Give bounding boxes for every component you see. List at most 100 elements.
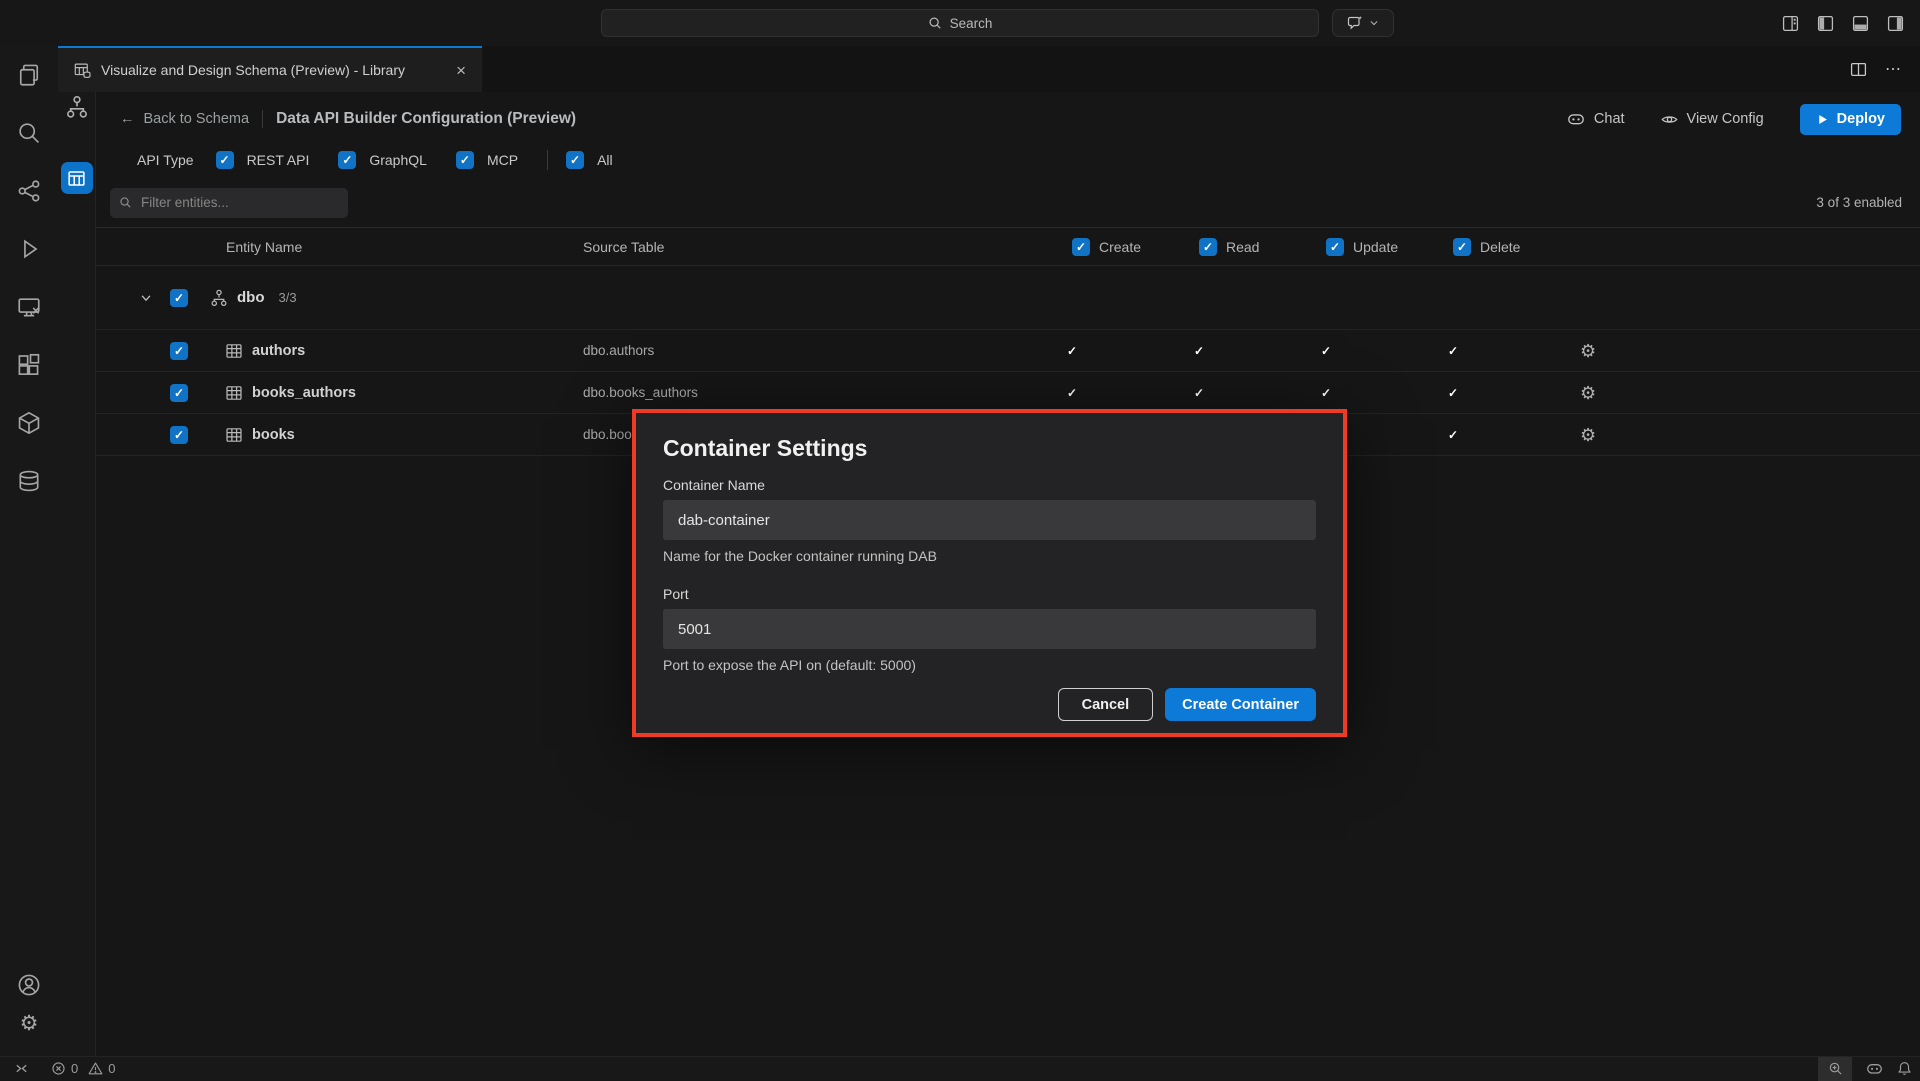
remote-indicator-icon[interactable]	[14, 1061, 29, 1076]
page-header: ← Back to Schema Data API Builder Config…	[96, 92, 1920, 146]
schema-hierarchy-icon	[210, 289, 228, 307]
activity-bar: ⚙	[0, 46, 58, 1056]
run-debug-icon[interactable]	[17, 237, 41, 261]
container-name-label: Container Name	[663, 477, 1316, 493]
view-config-label: View Config	[1687, 111, 1764, 127]
port-label: Port	[663, 586, 1316, 602]
extensions-icon[interactable]	[17, 353, 41, 377]
rest-api-checkbox[interactable]	[216, 151, 234, 169]
dbo-group-checkbox[interactable]	[170, 289, 188, 307]
page-title: Data API Builder Configuration (Preview)	[276, 110, 576, 128]
group-count: 3/3	[279, 290, 297, 305]
cancel-button[interactable]: Cancel	[1058, 688, 1154, 721]
rest-api-option[interactable]: REST API	[216, 151, 310, 169]
tab-visualize-design-schema[interactable]: Visualize and Design Schema (Preview) - …	[58, 46, 482, 92]
entity-row-authors[interactable]: authors dbo.authors ⚙	[96, 330, 1920, 372]
share-graph-icon[interactable]	[17, 179, 41, 203]
chevron-down-icon[interactable]	[139, 291, 170, 305]
problems-indicator[interactable]: 0 0	[51, 1061, 115, 1076]
customize-layout-icon[interactable]	[1782, 15, 1799, 32]
warning-icon	[88, 1061, 103, 1076]
tab-title: Visualize and Design Schema (Preview) - …	[101, 62, 405, 78]
back-arrow-icon: ←	[120, 111, 135, 127]
entity-row-books-authors[interactable]: books_authors dbo.books_authors ⚙	[96, 372, 1920, 414]
view-config-button[interactable]: View Config	[1661, 111, 1764, 128]
schema-group-row[interactable]: dbo 3/3	[96, 266, 1920, 330]
books-authors-settings-gear-icon[interactable]: ⚙	[1580, 384, 1920, 402]
search-label: Search	[950, 16, 993, 31]
rest-api-label: REST API	[247, 152, 310, 168]
graphql-checkbox[interactable]	[338, 151, 356, 169]
zoom-indicator-icon[interactable]	[1818, 1057, 1852, 1081]
chevron-down-icon	[1369, 18, 1379, 28]
command-search-box[interactable]: Search	[601, 9, 1319, 37]
toggle-sidebar-icon[interactable]	[1817, 15, 1834, 32]
read-all-checkbox[interactable]	[1199, 238, 1217, 256]
mcp-option[interactable]: MCP	[456, 151, 518, 169]
all-checkbox[interactable]	[566, 151, 584, 169]
table-grid-icon	[225, 342, 243, 360]
graphql-option[interactable]: GraphQL	[338, 151, 427, 169]
settings-gear-icon[interactable]: ⚙	[17, 1011, 41, 1035]
books-settings-gear-icon[interactable]: ⚙	[1580, 426, 1920, 444]
chat-button[interactable]: Chat	[1567, 110, 1625, 128]
container-name-input[interactable]	[663, 500, 1316, 540]
title-bar: ← → Search	[0, 0, 1920, 46]
dab-config-tool-button[interactable]	[61, 162, 93, 194]
copilot-icon	[1567, 110, 1585, 128]
enabled-summary: 3 of 3 enabled	[1816, 195, 1902, 210]
database-icon[interactable]	[17, 469, 41, 493]
header-divider	[262, 110, 263, 128]
filter-entities-box[interactable]	[110, 188, 348, 218]
status-bar: 0 0	[0, 1056, 1920, 1080]
package-cube-icon[interactable]	[17, 411, 41, 435]
toggle-secondary-sidebar-icon[interactable]	[1887, 15, 1904, 32]
mcp-checkbox[interactable]	[456, 151, 474, 169]
group-name: dbo	[237, 289, 265, 306]
account-icon[interactable]	[17, 973, 41, 997]
all-option[interactable]: All	[566, 151, 613, 169]
more-actions-icon[interactable]: ⋯	[1885, 59, 1902, 79]
books-authors-checkbox[interactable]	[170, 384, 188, 402]
copilot-chat-button[interactable]	[1332, 9, 1394, 37]
toggle-panel-icon[interactable]	[1852, 15, 1869, 32]
copilot-status-icon[interactable]	[1866, 1060, 1883, 1077]
entity-name: authors	[252, 343, 305, 359]
explorer-files-icon[interactable]	[17, 63, 41, 87]
filter-separator	[547, 150, 548, 170]
filter-entities-input[interactable]	[139, 194, 339, 211]
col-delete: Delete	[1453, 238, 1580, 256]
create-container-button[interactable]: Create Container	[1165, 688, 1316, 721]
books-checkbox[interactable]	[170, 426, 188, 444]
container-settings-dialog: Container Settings Container Name Name f…	[632, 409, 1347, 737]
delete-all-checkbox[interactable]	[1453, 238, 1471, 256]
notifications-bell-icon[interactable]	[1897, 1061, 1912, 1076]
play-icon	[1816, 113, 1829, 126]
col-read: Read	[1199, 238, 1326, 256]
table-grid-icon	[225, 426, 243, 444]
back-to-schema-link[interactable]: ← Back to Schema	[120, 111, 249, 127]
deploy-label: Deploy	[1837, 111, 1885, 127]
warning-count: 0	[108, 1061, 115, 1076]
chat-sparkle-icon	[1347, 15, 1363, 31]
tab-close-icon[interactable]: ×	[456, 62, 466, 79]
authors-settings-gear-icon[interactable]: ⚙	[1580, 342, 1920, 360]
split-editor-icon[interactable]	[1850, 61, 1867, 78]
col-update: Update	[1326, 238, 1453, 256]
dialog-title: Container Settings	[663, 435, 1316, 462]
back-to-schema-label: Back to Schema	[144, 111, 250, 127]
search-sidebar-icon[interactable]	[17, 121, 41, 145]
authors-checkbox[interactable]	[170, 342, 188, 360]
entity-name: books_authors	[252, 385, 356, 401]
update-all-checkbox[interactable]	[1326, 238, 1344, 256]
container-name-help: Name for the Docker container running DA…	[663, 548, 1316, 564]
deploy-button[interactable]: Deploy	[1800, 104, 1901, 135]
col-source-table: Source Table	[583, 239, 1072, 255]
port-input[interactable]	[663, 609, 1316, 649]
entity-source: dbo.books_authors	[583, 385, 1072, 400]
table-grid-icon	[225, 384, 243, 402]
create-all-checkbox[interactable]	[1072, 238, 1090, 256]
search-icon	[928, 16, 942, 30]
schema-hierarchy-icon[interactable]	[65, 95, 89, 119]
remote-monitor-x-icon[interactable]	[17, 295, 41, 319]
